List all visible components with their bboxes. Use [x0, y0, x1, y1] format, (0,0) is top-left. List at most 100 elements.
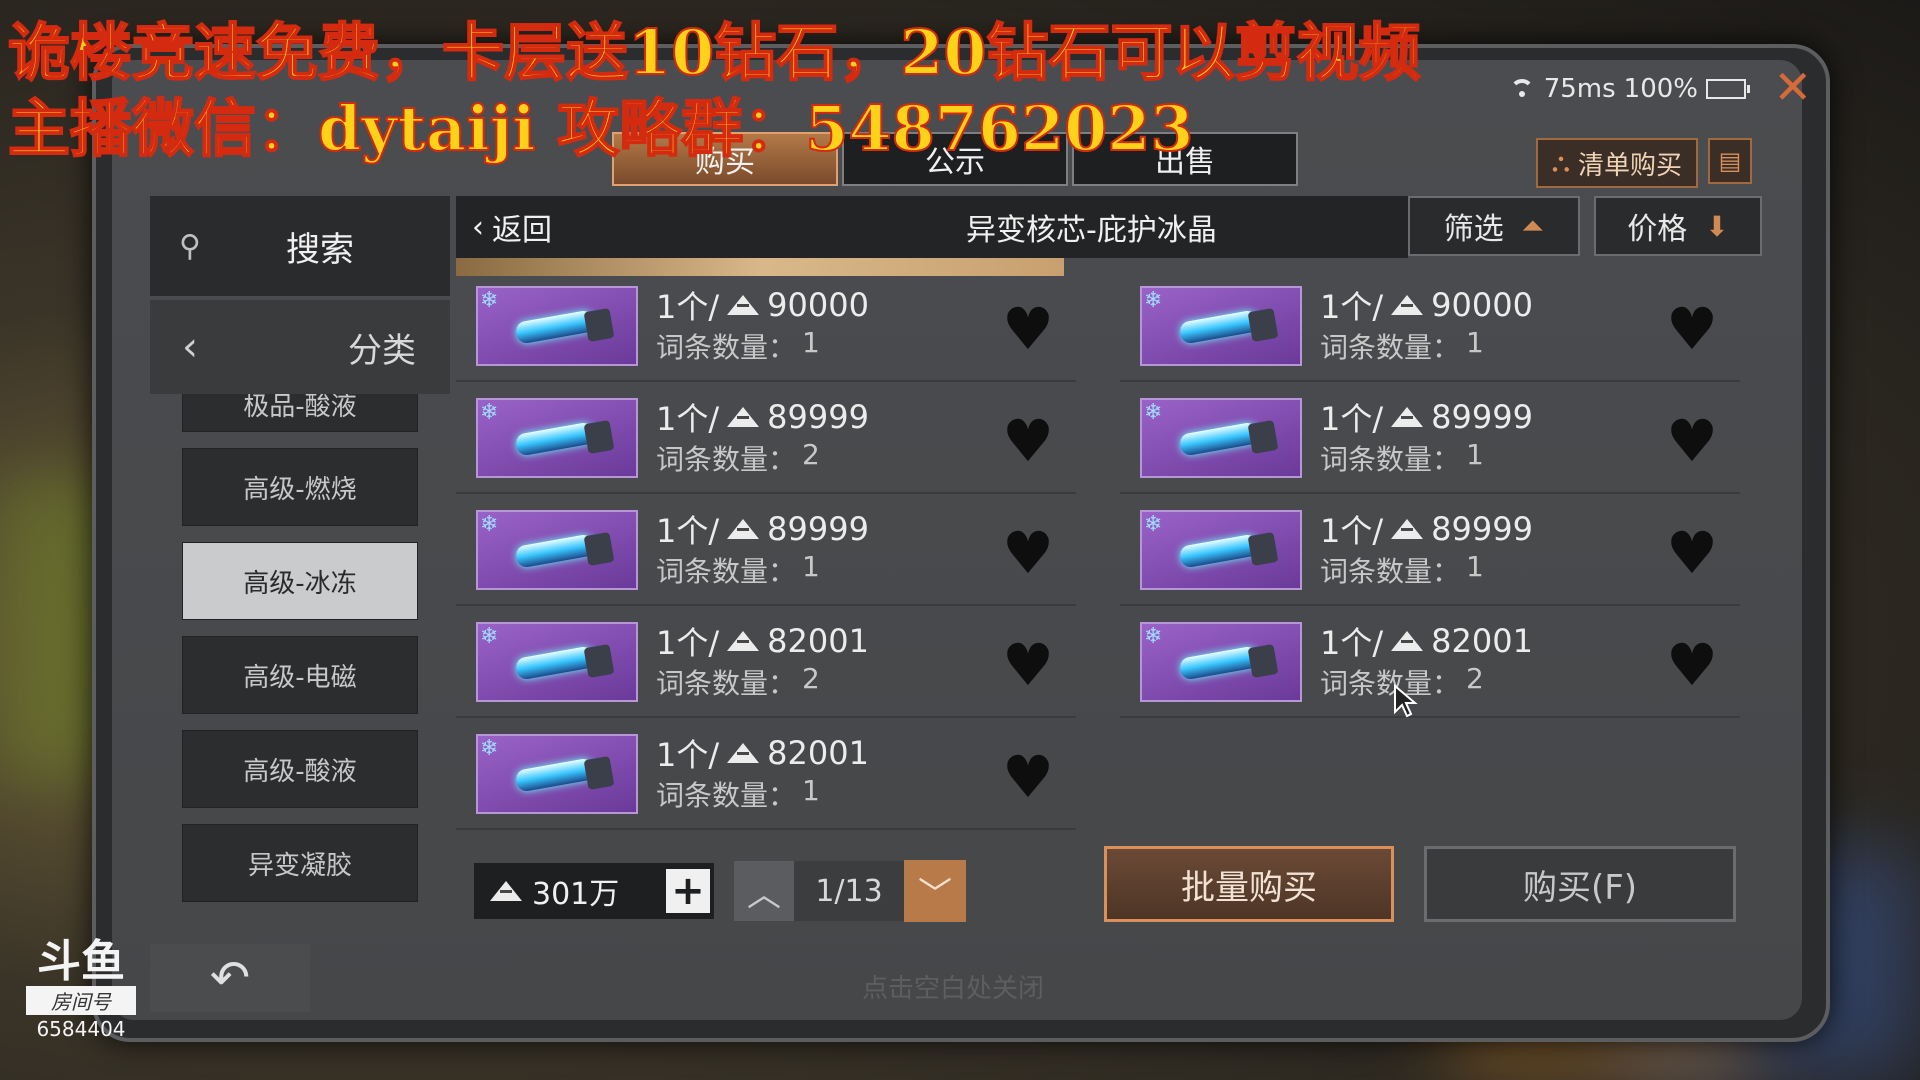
currency-icon	[1391, 631, 1424, 651]
triangle-up-icon: ⏶	[1521, 209, 1545, 242]
category-item[interactable]: 极品-酸液	[182, 388, 418, 432]
close-hint[interactable]: 点击空白处关闭	[862, 968, 1044, 1005]
undo-icon[interactable]: ↶	[150, 944, 310, 1012]
back-button[interactable]: ‹ 返回	[456, 205, 552, 249]
category-item[interactable]: 异变凝胶	[182, 824, 418, 902]
battery-icon	[1706, 79, 1750, 99]
item-thumbnail: ❄	[476, 398, 638, 478]
affix-count-line: 词条数量： 1	[1320, 438, 1484, 478]
currency-icon	[1391, 519, 1424, 539]
listing-item[interactable]: ❄ 1个/90000 词条数量： 1 ♥	[456, 272, 1076, 382]
favorite-heart-icon[interactable]: ♥	[1002, 412, 1054, 470]
snowflake-icon: ❄	[480, 512, 499, 537]
price-value: 89999	[767, 510, 869, 548]
affix-count-label: 词条数量：	[656, 779, 797, 812]
price-sort-button[interactable]: 价格 ⬇	[1594, 196, 1762, 256]
ping-text: 75ms	[1543, 74, 1616, 104]
affix-count-label: 词条数量：	[656, 667, 797, 700]
add-currency-button[interactable]: +	[666, 868, 710, 914]
category-list: 极品-酸液 高级-燃烧 高级-冰冻 高级-电磁 高级-酸液 异变凝胶	[182, 388, 418, 918]
page-prev-button[interactable]: ︿	[734, 861, 794, 921]
close-icon[interactable]: ✕	[1773, 60, 1812, 114]
douyu-logo: 斗鱼	[37, 936, 125, 987]
quantity: 1个/	[1320, 624, 1384, 662]
category-item[interactable]: 高级-燃烧	[182, 448, 418, 526]
quantity: 1个/	[1320, 512, 1384, 550]
item-thumbnail: ❄	[476, 286, 638, 366]
hierarchy-icon: ⛬	[1551, 147, 1570, 178]
stream-overlay-line-2: 主播微信：dytaiji 攻略群：548762023	[7, 91, 1195, 166]
price-value: 90000	[767, 286, 869, 324]
affix-count-value: 2	[1466, 662, 1484, 695]
listing-item[interactable]: ❄ 1个/82001 词条数量： 1 ♥	[456, 720, 1076, 830]
search-button[interactable]: ⚲ 搜索	[150, 196, 450, 296]
category-item-selected[interactable]: 高级-冰冻	[182, 542, 418, 620]
listing-item[interactable]: ❄ 1个/90000 词条数量： 1 ♥	[1120, 272, 1740, 382]
favorite-heart-icon[interactable]: ♥	[1002, 636, 1054, 694]
favorite-heart-icon[interactable]: ♥	[1002, 300, 1054, 358]
affix-count-line: 词条数量： 1	[1320, 550, 1484, 590]
crystal-cap	[583, 531, 615, 567]
affix-count-label: 词条数量：	[656, 443, 797, 476]
affix-count-line: 词条数量： 2	[656, 438, 820, 478]
filter-button[interactable]: 筛选 ⏶	[1408, 196, 1580, 256]
clipboard-icon[interactable]: ▤	[1708, 138, 1752, 184]
favorite-heart-icon[interactable]: ♥	[1666, 300, 1718, 358]
page-next-button[interactable]: ﹀	[904, 860, 966, 922]
listing-item[interactable]: ❄ 1个/89999 词条数量： 2 ♥	[456, 384, 1076, 494]
crystal-cap	[583, 643, 615, 679]
chevron-left-icon: ‹	[182, 324, 198, 370]
price-value: 89999	[1431, 510, 1533, 548]
affix-count-line: 词条数量： 1	[1320, 326, 1484, 366]
bulk-buy-button[interactable]: 批量购买	[1104, 846, 1394, 922]
buy-button[interactable]: 购买(F)	[1424, 846, 1736, 922]
arrow-down-icon: ⬇	[1705, 209, 1729, 243]
favorite-heart-icon[interactable]: ♥	[1002, 748, 1054, 806]
favorite-heart-icon[interactable]: ♥	[1666, 524, 1718, 582]
affix-count-line: 词条数量： 1	[656, 326, 820, 366]
price-line: 1个/89999	[1320, 506, 1533, 552]
item-thumbnail: ❄	[476, 734, 638, 814]
affix-count-label: 词条数量：	[1320, 443, 1461, 476]
affix-count-value: 1	[802, 774, 820, 807]
item-thumbnail: ❄	[476, 510, 638, 590]
listing-item[interactable]: ❄ 1个/89999 词条数量： 1 ♥	[456, 496, 1076, 606]
favorite-heart-icon[interactable]: ♥	[1666, 412, 1718, 470]
listing-header: ‹ 返回 异变核芯-庇护冰晶	[456, 196, 1408, 258]
list-buy-button[interactable]: ⛬ 清单购买	[1535, 138, 1698, 188]
mouse-cursor-icon	[1394, 684, 1418, 718]
listing-item[interactable]: ❄ 1个/82001 词条数量： 2 ♥	[1120, 608, 1740, 718]
affix-count-value: 2	[802, 438, 820, 471]
category-item[interactable]: 高级-酸液	[182, 730, 418, 808]
affix-count-value: 2	[802, 662, 820, 695]
room-label: 房间号	[26, 986, 136, 1015]
affix-count-line: 词条数量： 1	[656, 774, 820, 814]
favorite-heart-icon[interactable]: ♥	[1002, 524, 1054, 582]
balance-display: 301万 +	[474, 863, 714, 919]
top-right-actions: ⛬ 清单购买 ▤	[1535, 138, 1752, 188]
crystal-cap	[1247, 307, 1279, 343]
balance-value: 301万	[532, 877, 620, 912]
sidebar: ⚲ 搜索 ‹ 分类	[150, 196, 450, 394]
price-line: 1个/89999	[656, 506, 869, 552]
listing-item[interactable]: ❄ 1个/89999 词条数量： 1 ♥	[1120, 384, 1740, 494]
affix-count-label: 词条数量：	[1320, 331, 1461, 364]
status-bar: 75ms 100%	[1508, 74, 1750, 104]
listing-item[interactable]: ❄ 1个/89999 词条数量： 1 ♥	[1120, 496, 1740, 606]
crystal-cap	[1247, 531, 1279, 567]
favorite-heart-icon[interactable]: ♥	[1666, 636, 1718, 694]
affix-count-value: 1	[802, 550, 820, 583]
affix-count-value: 1	[1466, 550, 1484, 583]
search-icon: ⚲	[179, 228, 201, 264]
category-label: 分类	[348, 330, 416, 371]
price-line: 1个/90000	[656, 282, 869, 328]
quantity: 1个/	[656, 624, 720, 662]
listing-item[interactable]: ❄ 1个/82001 词条数量： 2 ♥	[456, 608, 1076, 718]
filter-label: 筛选	[1443, 212, 1504, 247]
page-indicator: 1/13	[794, 861, 904, 921]
item-thumbnail: ❄	[476, 622, 638, 702]
category-back-button[interactable]: ‹ 分类	[150, 300, 450, 394]
crystal-cap	[583, 755, 615, 791]
category-item[interactable]: 高级-电磁	[182, 636, 418, 714]
currency-icon	[1391, 295, 1424, 315]
